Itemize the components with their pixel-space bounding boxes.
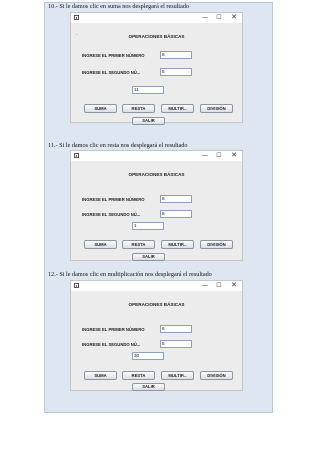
suma-button[interactable]: SUMA: [84, 104, 117, 113]
multip-button[interactable]: MULTIP...: [161, 240, 194, 249]
minimize-icon[interactable]: —: [198, 151, 212, 161]
first-number-input[interactable]: 6: [160, 325, 192, 333]
resta-button[interactable]: RESTA: [122, 371, 155, 380]
form-title: OPERACIONES BÁSICAS: [128, 172, 185, 177]
first-number-label: INGRESE EL PRIMER NÚMERO: [82, 327, 145, 332]
title-bar: — ☐ ✕: [71, 13, 242, 23]
resta-button[interactable]: RESTA: [122, 104, 155, 113]
app-icon: [74, 283, 79, 288]
maximize-icon[interactable]: ☐: [212, 281, 226, 291]
caption-resta: 11.- Si le damos clic en resta nos despl…: [48, 142, 188, 149]
result-field[interactable]: 30: [132, 352, 164, 360]
app-window-suma: — ☐ ✕ · OPERACIONES BÁSICAS INGRESE EL P…: [70, 12, 243, 125]
first-number-input[interactable]: 6: [160, 51, 192, 59]
minimize-icon[interactable]: —: [198, 281, 212, 291]
second-number-label: INGRESE EL SEGUNDO NÚ...: [82, 342, 141, 347]
form-title: OPERACIONES BÁSICAS: [128, 34, 185, 39]
app-window-resta: — ☐ ✕ OPERACIONES BÁSICAS INGRESE EL PRI…: [70, 150, 243, 261]
close-icon[interactable]: ✕: [227, 151, 241, 161]
result-field[interactable]: 1: [132, 222, 164, 230]
resta-button[interactable]: RESTA: [122, 240, 155, 249]
division-button[interactable]: DIVISIÓN: [200, 104, 233, 113]
title-bar: — ☐ ✕: [71, 151, 242, 161]
caption-suma: 10.- Si le damos clic en suma nos desple…: [48, 3, 190, 10]
first-number-input[interactable]: 6: [160, 195, 192, 203]
caption-multiplicacion: 12.- Si le damos clic en multiplicación …: [48, 271, 212, 278]
app-icon: [74, 15, 79, 20]
minimize-icon[interactable]: —: [198, 13, 212, 23]
app-window-multiplicacion: — ☐ ✕ OPERACIONES BÁSICAS INGRESE EL PRI…: [70, 280, 243, 391]
title-bar: — ☐ ✕: [71, 281, 242, 291]
form-title: OPERACIONES BÁSICAS: [128, 302, 185, 307]
division-button[interactable]: DIVISIÓN: [200, 240, 233, 249]
result-field[interactable]: 11: [132, 86, 164, 94]
salir-button[interactable]: SALIR: [132, 383, 165, 391]
second-number-input[interactable]: 5: [160, 340, 192, 348]
app-icon: [74, 153, 79, 158]
second-number-input[interactable]: 5: [160, 68, 192, 76]
second-number-input[interactable]: 5: [160, 210, 192, 218]
salir-button[interactable]: SALIR: [132, 117, 165, 125]
salir-button[interactable]: SALIR: [132, 253, 165, 261]
suma-button[interactable]: SUMA: [84, 371, 117, 380]
first-number-label: INGRESE EL PRIMER NÚMERO: [82, 53, 145, 58]
first-number-label: INGRESE EL PRIMER NÚMERO: [82, 197, 145, 202]
close-icon[interactable]: ✕: [227, 13, 241, 23]
multip-button[interactable]: MULTIP...: [161, 104, 194, 113]
multip-button[interactable]: MULTIP...: [161, 371, 194, 380]
close-icon[interactable]: ✕: [227, 281, 241, 291]
maximize-icon[interactable]: ☐: [212, 151, 226, 161]
maximize-icon[interactable]: ☐: [212, 13, 226, 23]
second-number-label: INGRESE EL SEGUNDO NÚ...: [82, 70, 141, 75]
division-button[interactable]: DIVISIÓN: [200, 371, 233, 380]
second-number-label: INGRESE EL SEGUNDO NÚ...: [82, 212, 141, 217]
suma-button[interactable]: SUMA: [84, 240, 117, 249]
